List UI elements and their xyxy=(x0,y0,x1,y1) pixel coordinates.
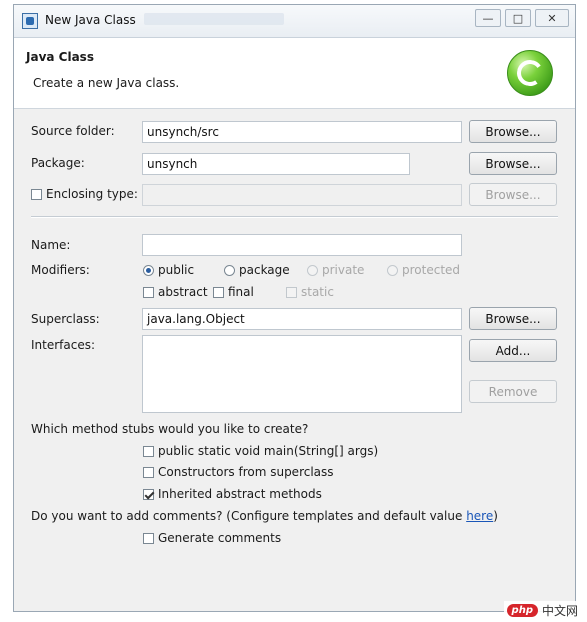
blurred-menu-area xyxy=(144,13,284,25)
method-stubs-question: Which method stubs would you like to cre… xyxy=(31,422,309,436)
modifier-abstract-checkbox-box[interactable] xyxy=(143,286,154,298)
modifier-abstract-checkbox[interactable]: abstract xyxy=(143,285,208,299)
window-title: New Java Class xyxy=(45,13,136,27)
php-logo-icon: php xyxy=(506,604,538,617)
source-folder-label: Source folder: xyxy=(31,124,115,138)
modifier-abstract-label: abstract xyxy=(158,285,208,299)
enclosing-type-input xyxy=(142,184,462,206)
title-bar[interactable]: New Java Class — □ ✕ xyxy=(14,5,575,38)
modifier-protected-label: protected xyxy=(402,263,461,277)
comments-question-text: Do you want to add comments? (Configure … xyxy=(31,509,467,523)
enclosing-type-checkbox[interactable]: Enclosing type: xyxy=(31,187,138,201)
name-label: Name: xyxy=(31,238,71,252)
new-class-window-icon xyxy=(22,13,38,29)
generate-comments-label: Generate comments xyxy=(158,531,282,545)
package-input[interactable]: unsynch xyxy=(142,153,410,175)
stub-inherited-abstract-checkbox-box[interactable] xyxy=(143,488,154,500)
section-separator xyxy=(31,216,558,218)
enclosing-type-browse-button: Browse... xyxy=(469,183,557,206)
modifier-final-label: final xyxy=(228,285,254,299)
modifier-public-radio[interactable]: public xyxy=(143,263,194,277)
superclass-input[interactable]: java.lang.Object xyxy=(142,308,462,330)
modifier-public-label: public xyxy=(158,263,195,277)
interfaces-remove-button: Remove xyxy=(469,380,557,403)
package-label: Package: xyxy=(31,156,85,170)
enclosing-type-checkbox-box[interactable] xyxy=(31,188,42,200)
modifier-protected-radio-dot xyxy=(387,264,398,276)
modifier-static-checkbox: static xyxy=(286,285,334,299)
package-browse-button[interactable]: Browse... xyxy=(469,152,557,175)
comments-question-end: ) xyxy=(493,509,498,523)
class-name-input[interactable] xyxy=(142,234,462,256)
modifier-final-checkbox-box[interactable] xyxy=(213,286,224,298)
superclass-browse-button[interactable]: Browse... xyxy=(469,307,557,330)
modifier-protected-radio: protected xyxy=(387,263,460,277)
stub-main-checkbox[interactable]: public static void main(String[] args) xyxy=(143,444,378,458)
wizard-header: Java Class Create a new Java class. xyxy=(14,38,575,109)
source-folder-browse-button[interactable]: Browse... xyxy=(469,120,557,143)
interfaces-list[interactable] xyxy=(142,335,462,413)
modifier-public-radio-dot[interactable] xyxy=(143,264,154,276)
close-button[interactable]: ✕ xyxy=(535,9,569,27)
modifier-static-label: static xyxy=(301,285,334,299)
generate-comments-checkbox[interactable]: Generate comments xyxy=(143,531,281,545)
modifier-package-radio-dot[interactable] xyxy=(224,264,235,276)
modifier-static-checkbox-box xyxy=(286,286,297,298)
modifier-private-radio-dot xyxy=(307,264,318,276)
c-letter-icon xyxy=(514,57,546,89)
modifiers-label: Modifiers: xyxy=(31,263,90,277)
comments-question: Do you want to add comments? (Configure … xyxy=(31,509,498,523)
stub-constructors-checkbox-box[interactable] xyxy=(143,466,154,478)
new-java-class-dialog: New Java Class — □ ✕ Java Class Create a… xyxy=(13,4,576,612)
superclass-label: Superclass: xyxy=(31,312,100,326)
enclosing-type-label: Enclosing type: xyxy=(46,187,138,201)
site-watermark: php 中文网 xyxy=(503,601,581,620)
interfaces-label: Interfaces: xyxy=(31,338,96,352)
stub-constructors-checkbox[interactable]: Constructors from superclass xyxy=(143,465,334,479)
window-controls: — □ ✕ xyxy=(475,9,569,27)
generate-comments-checkbox-box[interactable] xyxy=(143,532,154,544)
source-folder-input[interactable]: unsynch/src xyxy=(142,121,462,143)
modifier-final-checkbox[interactable]: final xyxy=(213,285,254,299)
modifier-package-label: package xyxy=(239,263,290,277)
interfaces-add-button[interactable]: Add... xyxy=(469,339,557,362)
wizard-page-title: Java Class xyxy=(26,50,94,64)
modifier-private-radio: private xyxy=(307,263,364,277)
maximize-button[interactable]: □ xyxy=(505,9,531,27)
modifier-package-radio[interactable]: package xyxy=(224,263,290,277)
modifier-private-label: private xyxy=(322,263,365,277)
java-class-c-icon xyxy=(507,50,553,96)
stub-inherited-abstract-label: Inherited abstract methods xyxy=(158,487,322,501)
stub-main-label: public static void main(String[] args) xyxy=(158,444,379,458)
configure-templates-link[interactable]: here xyxy=(466,509,493,523)
wizard-page-description: Create a new Java class. xyxy=(33,76,180,90)
minimize-button[interactable]: — xyxy=(475,9,501,27)
stub-inherited-abstract-checkbox[interactable]: Inherited abstract methods xyxy=(143,487,322,501)
stub-main-checkbox-box[interactable] xyxy=(143,445,154,457)
stub-constructors-label: Constructors from superclass xyxy=(158,465,334,479)
watermark-text: 中文网 xyxy=(541,604,578,618)
